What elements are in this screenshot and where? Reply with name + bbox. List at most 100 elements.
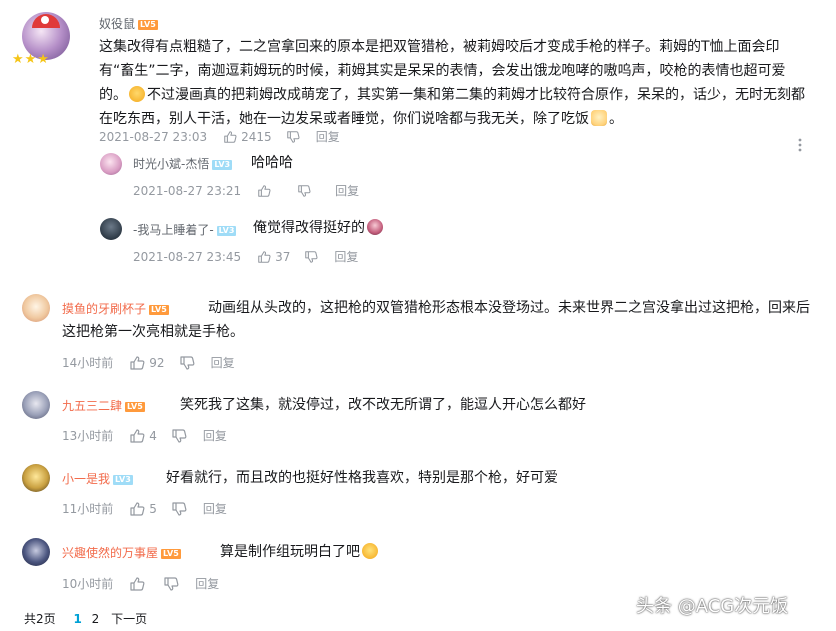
level-badge: LV3 xyxy=(113,474,133,485)
avatar-pendant-stars: ★★★ xyxy=(12,52,50,67)
thumbs-down-icon xyxy=(164,576,179,591)
like-count: 2415 xyxy=(241,129,272,144)
emoji-icon xyxy=(591,110,607,126)
dislike-button[interactable] xyxy=(171,428,187,444)
level-badge: LV3 xyxy=(212,159,233,170)
page-2-link[interactable]: 2 xyxy=(92,612,100,626)
thumbs-up-icon xyxy=(258,184,271,197)
reply-text: 俺觉得改得挺好的 xyxy=(253,220,365,236)
reply-username-text[interactable]: 时光小斌-杰悟 xyxy=(133,157,209,171)
thumbs-up-icon xyxy=(130,428,145,443)
reply-button[interactable]: 回复 xyxy=(335,182,359,199)
pagination: 共2页 1 2 下一页 xyxy=(24,610,147,627)
dislike-button[interactable] xyxy=(304,250,318,264)
reply-content: 哈哈哈 xyxy=(251,155,293,171)
timestamp: 2021-08-27 23:45 xyxy=(133,249,242,264)
comment-content: 动画组从头改的，这把枪的双管猎枪形态根本没登场过。未来世界二之宫没拿出过这把枪，… xyxy=(62,300,810,340)
timestamp: 14小时前 xyxy=(62,356,114,370)
like-count: 92 xyxy=(149,355,165,370)
reply-button[interactable]: 回复 xyxy=(203,500,227,517)
reply-button[interactable]: 回复 xyxy=(195,575,219,592)
thumbs-down-icon xyxy=(179,355,194,370)
reply-meta: 2021-08-27 23:45 37 回复 xyxy=(133,248,358,265)
username-text[interactable]: 兴趣使然的万事屋 xyxy=(62,546,158,560)
username-text[interactable]: 小一是我 xyxy=(62,472,110,486)
comment-content: 这集改得有点粗糙了，二之宫拿回来的原本是把双管猎枪，被莉姆咬后才变成手枪的样子。… xyxy=(99,35,811,131)
username[interactable]: 奴役鼠 LV5 xyxy=(99,15,158,32)
next-page-link[interactable]: 下一页 xyxy=(111,612,147,626)
emoji-icon xyxy=(362,543,378,559)
like-count: 4 xyxy=(149,428,157,443)
like-button[interactable]: 2415 xyxy=(223,130,272,144)
like-count: 37 xyxy=(275,249,291,264)
level-badge: LV3 xyxy=(216,225,237,236)
watermark: 头条 @ACG次元饭 xyxy=(636,596,789,617)
comment-meta: 2021-08-27 23:03 2415 回复 xyxy=(99,128,340,145)
timestamp: 10小时前 xyxy=(62,577,114,591)
avatar[interactable] xyxy=(22,294,50,322)
timestamp: 11小时前 xyxy=(62,502,114,516)
like-count: 5 xyxy=(149,501,157,516)
timestamp: 2021-08-27 23:03 xyxy=(99,129,208,144)
username-text[interactable]: 奴役鼠 xyxy=(99,17,135,31)
thumbs-down-icon xyxy=(286,130,300,143)
thumbs-down-icon xyxy=(298,184,311,197)
timestamp: 13小时前 xyxy=(62,429,114,443)
thumbs-down-icon xyxy=(172,428,187,443)
dislike-button[interactable] xyxy=(171,501,187,517)
dislike-button[interactable] xyxy=(297,184,311,198)
thumbs-up-icon xyxy=(258,250,271,263)
username[interactable]: 九五三二肆 LV5 xyxy=(62,397,145,414)
avatar[interactable] xyxy=(22,538,50,566)
comment-text-continued: 不过漫画真的把莉姆改成萌宠了，其实第一集和第二集的莉姆才比较符合原作，呆呆的，话… xyxy=(99,87,805,127)
comment-meta: 11小时前 5 回复 xyxy=(62,500,227,517)
like-button[interactable] xyxy=(129,576,149,592)
reply-username[interactable]: -我马上睡着了- LV3 xyxy=(133,221,237,238)
reply-avatar[interactable] xyxy=(100,153,122,175)
like-button[interactable]: 37 xyxy=(257,250,290,264)
reply-username-text[interactable]: -我马上睡着了- xyxy=(133,223,214,237)
reply-content: 俺觉得改得挺好的 xyxy=(253,216,385,240)
comment-content: 好看就行，而且改的也挺好性格我喜欢，特别是那个枪，好可爱 xyxy=(166,470,558,486)
timestamp: 2021-08-27 23:21 xyxy=(133,183,242,198)
reply-button[interactable]: 回复 xyxy=(334,248,358,265)
comment-meta: 13小时前 4 回复 xyxy=(62,427,227,444)
dislike-button[interactable] xyxy=(163,576,179,592)
username[interactable]: 兴趣使然的万事屋 LV5 xyxy=(62,544,181,561)
like-button[interactable]: 4 xyxy=(129,428,157,444)
level-badge: LV5 xyxy=(138,19,158,30)
avatar[interactable] xyxy=(22,391,50,419)
page-1-link[interactable]: 1 xyxy=(73,612,81,626)
thumbs-up-icon xyxy=(130,355,145,370)
comment-meta: 14小时前 92 回复 xyxy=(62,354,235,371)
comment-text-end: 。 xyxy=(609,111,623,127)
reply-username[interactable]: 时光小斌-杰悟 LV3 xyxy=(133,155,233,172)
username-text[interactable]: 九五三二肆 xyxy=(62,399,122,413)
emoji-icon xyxy=(129,86,145,102)
reply-meta: 2021-08-27 23:21 回复 xyxy=(133,182,359,199)
thumbs-up-icon xyxy=(130,576,145,591)
reply-button[interactable]: 回复 xyxy=(316,128,340,145)
page-total: 共2页 xyxy=(24,612,56,626)
like-button[interactable] xyxy=(257,184,275,198)
avatar[interactable] xyxy=(22,464,50,492)
thumbs-up-icon xyxy=(130,501,145,516)
username[interactable]: 小一是我 LV3 xyxy=(62,470,133,487)
reply-button[interactable]: 回复 xyxy=(203,427,227,444)
more-vertical-icon[interactable] xyxy=(796,137,804,152)
comment-content: 笑死我了这集，就没停过，改不改无所谓了，能逗人开心怎么都好 xyxy=(180,397,586,413)
thumbs-down-icon xyxy=(305,250,318,263)
level-badge: LV5 xyxy=(161,548,181,559)
thumbs-down-icon xyxy=(172,501,187,516)
reply-avatar[interactable] xyxy=(100,218,122,240)
thumbs-up-icon xyxy=(224,130,237,143)
dislike-button[interactable] xyxy=(286,130,300,144)
like-button[interactable]: 92 xyxy=(129,355,165,371)
like-button[interactable]: 5 xyxy=(129,501,157,517)
comment-text: 算是制作组玩明白了吧 xyxy=(220,544,360,560)
level-badge: LV5 xyxy=(125,401,145,412)
comment-meta: 10小时前 回复 xyxy=(62,575,219,592)
dislike-button[interactable] xyxy=(179,355,195,371)
reply-button[interactable]: 回复 xyxy=(211,354,235,371)
comment-content: 算是制作组玩明白了吧 xyxy=(220,540,380,564)
